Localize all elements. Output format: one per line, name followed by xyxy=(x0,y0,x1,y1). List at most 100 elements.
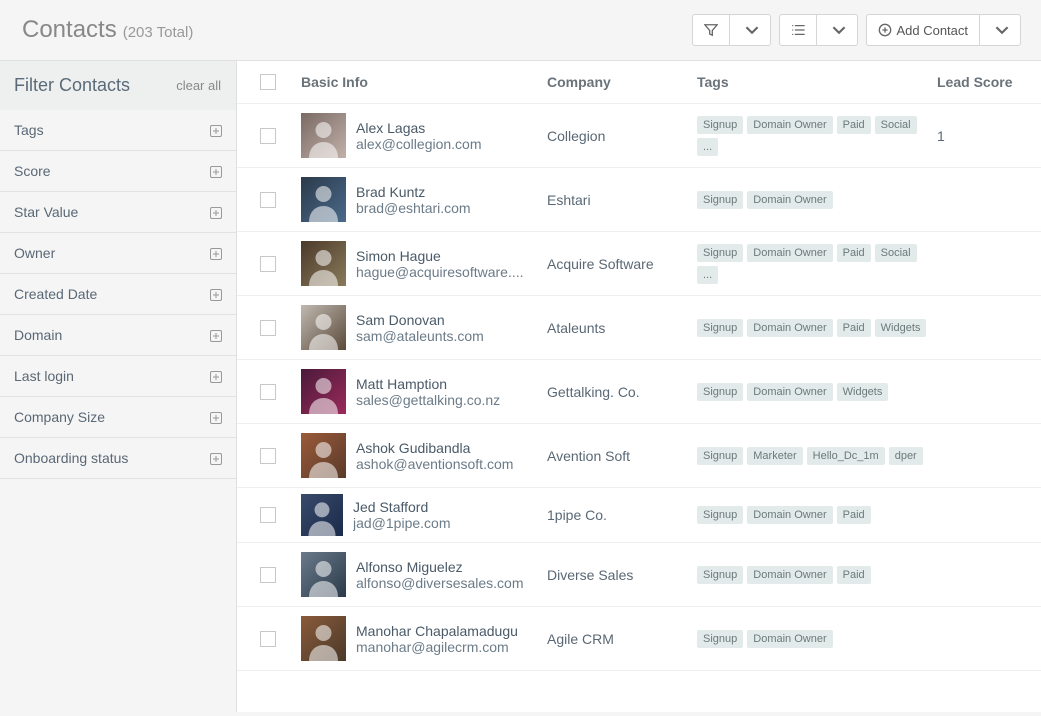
tag[interactable]: Social xyxy=(875,116,917,134)
row-checkbox[interactable] xyxy=(260,448,276,464)
contact-email[interactable]: alex@collegion.com xyxy=(356,136,482,152)
row-checkbox[interactable] xyxy=(260,567,276,583)
filter-dropdown[interactable] xyxy=(729,14,771,46)
col-tags[interactable]: Tags xyxy=(697,74,937,90)
row-checkbox[interactable] xyxy=(260,631,276,647)
contact-row[interactable]: Simon Haguehague@acquiresoftware....Acqu… xyxy=(237,232,1041,296)
tag[interactable]: Paid xyxy=(837,566,871,584)
add-contact-dropdown[interactable] xyxy=(979,14,1021,46)
filter-item-tags[interactable]: Tags xyxy=(0,110,236,151)
tag[interactable]: Signup xyxy=(697,244,743,262)
contact-row[interactable]: Sam Donovansam@ataleunts.comAtaleuntsSig… xyxy=(237,296,1041,360)
expand-icon[interactable] xyxy=(210,289,222,301)
tag[interactable]: Social xyxy=(875,244,917,262)
expand-icon[interactable] xyxy=(210,248,222,260)
expand-icon[interactable] xyxy=(210,453,222,465)
contact-name[interactable]: Matt Hamption xyxy=(356,376,500,392)
contact-name[interactable]: Alfonso Miguelez xyxy=(356,559,524,575)
col-company[interactable]: Company xyxy=(547,74,697,90)
tag[interactable]: Signup xyxy=(697,383,743,401)
tag[interactable]: Signup xyxy=(697,319,743,337)
view-dropdown[interactable] xyxy=(816,14,858,46)
avatar[interactable] xyxy=(301,552,346,597)
tag[interactable]: Hello_Dc_1m xyxy=(807,447,885,465)
tags-more[interactable]: ... xyxy=(697,266,718,284)
tag[interactable]: Domain Owner xyxy=(747,191,832,209)
tag[interactable]: Paid xyxy=(837,116,871,134)
avatar[interactable] xyxy=(301,177,346,222)
col-lead-score[interactable]: Lead Score xyxy=(937,74,1027,90)
filter-item-company-size[interactable]: Company Size xyxy=(0,397,236,438)
contact-name[interactable]: Manohar Chapalamadugu xyxy=(356,623,518,639)
expand-icon[interactable] xyxy=(210,125,222,137)
row-checkbox[interactable] xyxy=(260,320,276,336)
contact-email[interactable]: alfonso@diversesales.com xyxy=(356,575,524,591)
filter-item-last-login[interactable]: Last login xyxy=(0,356,236,397)
expand-icon[interactable] xyxy=(210,412,222,424)
tag[interactable]: Domain Owner xyxy=(747,116,832,134)
avatar[interactable] xyxy=(301,494,343,536)
tag[interactable]: Widgets xyxy=(837,383,889,401)
expand-icon[interactable] xyxy=(210,330,222,342)
tag[interactable]: Paid xyxy=(837,319,871,337)
contact-row[interactable]: Ashok Gudibandlaashok@aventionsoft.comAv… xyxy=(237,424,1041,488)
tag[interactable]: Signup xyxy=(697,566,743,584)
contact-email[interactable]: manohar@agilecrm.com xyxy=(356,639,518,655)
tag[interactable]: Signup xyxy=(697,630,743,648)
row-checkbox[interactable] xyxy=(260,256,276,272)
row-checkbox[interactable] xyxy=(260,384,276,400)
filter-item-owner[interactable]: Owner xyxy=(0,233,236,274)
tag[interactable]: Signup xyxy=(697,116,743,134)
row-checkbox[interactable] xyxy=(260,507,276,523)
contact-email[interactable]: ashok@aventionsoft.com xyxy=(356,456,513,472)
list-view-button[interactable] xyxy=(779,14,816,46)
add-contact-button[interactable]: Add Contact xyxy=(866,14,979,46)
row-checkbox[interactable] xyxy=(260,128,276,144)
row-checkbox[interactable] xyxy=(260,192,276,208)
tag[interactable]: Marketer xyxy=(747,447,802,465)
expand-icon[interactable] xyxy=(210,166,222,178)
tag[interactable]: Paid xyxy=(837,506,871,524)
avatar[interactable] xyxy=(301,369,346,414)
filter-item-onboarding-status[interactable]: Onboarding status xyxy=(0,438,236,479)
tag[interactable]: Domain Owner xyxy=(747,383,832,401)
filter-item-created-date[interactable]: Created Date xyxy=(0,274,236,315)
clear-all-link[interactable]: clear all xyxy=(176,78,221,93)
contact-name[interactable]: Ashok Gudibandla xyxy=(356,440,513,456)
contact-name[interactable]: Simon Hague xyxy=(356,248,524,264)
contact-row[interactable]: Jed Staffordjad@1pipe.com1pipe Co.Signup… xyxy=(237,488,1041,543)
contact-name[interactable]: Brad Kuntz xyxy=(356,184,471,200)
avatar[interactable] xyxy=(301,616,346,661)
contact-name[interactable]: Sam Donovan xyxy=(356,312,484,328)
contact-row[interactable]: Alex Lagasalex@collegion.comCollegionSig… xyxy=(237,104,1041,168)
avatar[interactable] xyxy=(301,113,346,158)
col-basic-info[interactable]: Basic Info xyxy=(297,74,547,90)
filter-item-score[interactable]: Score xyxy=(0,151,236,192)
contact-name[interactable]: Alex Lagas xyxy=(356,120,482,136)
avatar[interactable] xyxy=(301,241,346,286)
contact-email[interactable]: sam@ataleunts.com xyxy=(356,328,484,344)
contact-row[interactable]: Matt Hamptionsales@gettalking.co.nzGetta… xyxy=(237,360,1041,424)
contact-email[interactable]: jad@1pipe.com xyxy=(353,515,451,531)
tag[interactable]: Domain Owner xyxy=(747,506,832,524)
contact-row[interactable]: Alfonso Miguelezalfonso@diversesales.com… xyxy=(237,543,1041,607)
contact-row[interactable]: Brad Kuntzbrad@eshtari.comEshtariSignupD… xyxy=(237,168,1041,232)
tag[interactable]: Domain Owner xyxy=(747,319,832,337)
filter-item-star-value[interactable]: Star Value xyxy=(0,192,236,233)
contact-row[interactable]: Manohar Chapalamadugumanohar@agilecrm.co… xyxy=(237,607,1041,671)
select-all-checkbox[interactable] xyxy=(260,74,276,90)
contact-email[interactable]: hague@acquiresoftware.... xyxy=(356,264,524,280)
tags-more[interactable]: ... xyxy=(697,138,718,156)
contact-name[interactable]: Jed Stafford xyxy=(353,499,451,515)
tag[interactable]: Signup xyxy=(697,506,743,524)
tag[interactable]: Domain Owner xyxy=(747,630,832,648)
tag[interactable]: Widgets xyxy=(875,319,927,337)
tag[interactable]: Signup xyxy=(697,447,743,465)
filter-item-domain[interactable]: Domain xyxy=(0,315,236,356)
tag[interactable]: Domain Owner xyxy=(747,244,832,262)
contact-email[interactable]: brad@eshtari.com xyxy=(356,200,471,216)
expand-icon[interactable] xyxy=(210,371,222,383)
expand-icon[interactable] xyxy=(210,207,222,219)
tag[interactable]: dper xyxy=(889,447,923,465)
tag[interactable]: Paid xyxy=(837,244,871,262)
